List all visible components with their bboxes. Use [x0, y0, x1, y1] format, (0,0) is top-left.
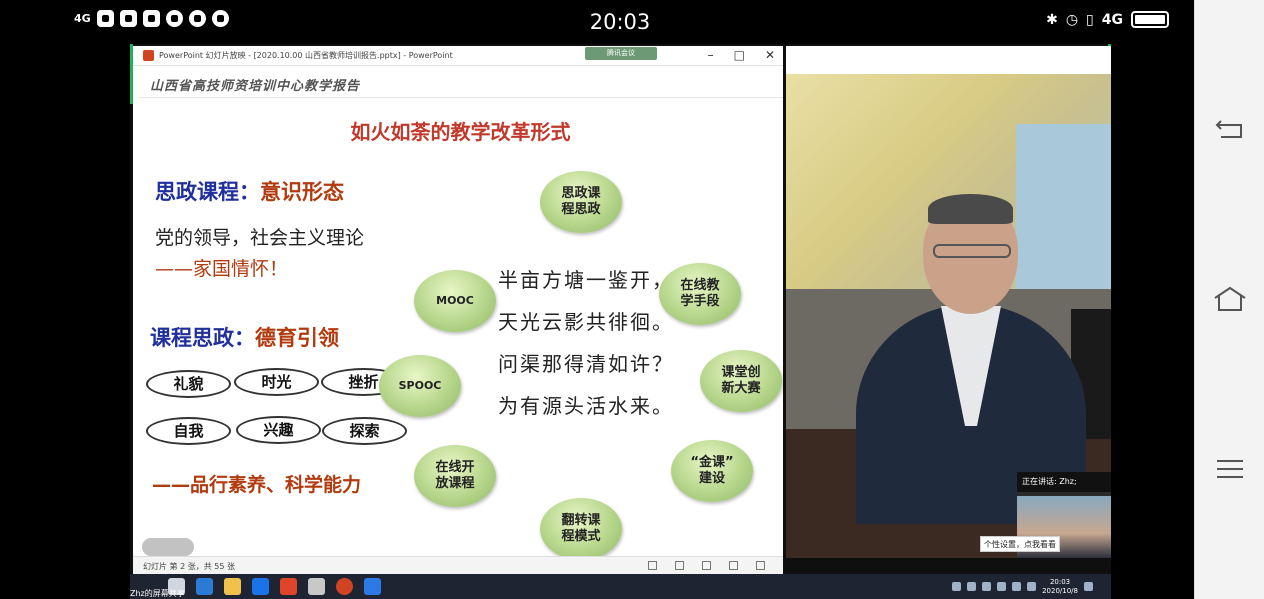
tray-icon[interactable] — [967, 582, 977, 591]
ppt-title-bar: PowerPoint 幻灯片放映 - [2020.10.00 山西省教师培训报告… — [133, 46, 783, 66]
tray-icon[interactable] — [997, 582, 1007, 591]
bubble: SPOOC — [379, 355, 461, 417]
close-button[interactable]: ✕ — [765, 48, 775, 62]
powerpoint-window: PowerPoint 幻灯片放映 - [2020.10.00 山西省教师培训报告… — [133, 46, 783, 576]
heading-sizheng-topic: 意识形态 — [260, 180, 344, 204]
bubble: 翻转课 程模式 — [540, 498, 622, 556]
ppt-status-bar: 幻灯片 第 2 张，共 55 张 — [133, 556, 783, 576]
slide-header: 山西省高技师资培训中心教学报告 — [150, 79, 361, 94]
slideshow-icon[interactable] — [756, 561, 765, 570]
android-nav-bar — [1194, 0, 1264, 599]
ime-tooltip[interactable]: 个性设置，点我看看 — [980, 536, 1060, 552]
speaker-hair — [928, 194, 1013, 224]
battery-icon — [1131, 11, 1169, 28]
file-explorer-icon[interactable] — [224, 578, 241, 595]
tray-icon[interactable] — [1012, 582, 1022, 591]
poem-line: 为有源头活水来。 — [498, 394, 674, 418]
notes-icon[interactable] — [675, 561, 684, 570]
windows-taskbar: 20:03 2020/10/8 — [130, 574, 1111, 599]
bubble: “金课” 建设 — [671, 440, 753, 502]
screen-share-presenter: Zhz的屏幕共享 — [130, 589, 185, 598]
ie-icon[interactable] — [252, 578, 269, 595]
poem-line: 半亩方塘一鉴开， — [498, 268, 674, 292]
bubble: 在线开 放课程 — [414, 445, 496, 507]
menu-icon — [1217, 460, 1243, 478]
slide-nav-controls[interactable] — [142, 538, 194, 556]
poem-line: 问渠那得清如许？ — [498, 352, 674, 376]
heading-kecheng: 课程思政：德育引领 — [150, 322, 339, 352]
view-controls — [648, 561, 765, 570]
vibrate-icon: ▯ — [1086, 11, 1094, 28]
powerpoint-taskbar-icon[interactable] — [336, 578, 353, 595]
normal-view-icon[interactable] — [648, 561, 657, 570]
grid-view-icon[interactable] — [729, 561, 738, 570]
wall-map-sea — [1016, 124, 1111, 294]
powerpoint-icon — [143, 50, 154, 61]
signal-label: 4G — [1101, 11, 1123, 28]
pill-item: 探索 — [322, 417, 407, 445]
heading-sizheng: 思政课程：意识形态 — [155, 176, 344, 206]
back-button[interactable] — [1209, 112, 1251, 146]
text-line2: ——家国情怀！ — [155, 258, 289, 280]
heading-kecheng-topic: 德育引领 — [255, 326, 339, 350]
alarm-status-icon: ◷ — [1065, 11, 1079, 28]
text-footer: ——品行素养、科学能力 — [152, 474, 362, 496]
taskbar-time: 20:03 — [1049, 577, 1071, 586]
slide-title: 如火如荼的教学改革形式 — [350, 120, 571, 144]
home-icon — [1214, 286, 1246, 311]
camera-header — [786, 46, 1111, 74]
heading-kecheng-label: 课程思政： — [150, 326, 255, 350]
maximize-button[interactable]: □ — [734, 48, 745, 62]
notification-icon[interactable] — [1084, 582, 1093, 591]
meeting-share-tag[interactable]: 腾讯会议 — [585, 47, 657, 60]
meeting-app-icon[interactable] — [364, 578, 381, 595]
bubble: 思政课 程思政 — [540, 171, 622, 233]
browser-icon[interactable] — [280, 578, 297, 595]
system-tray: 20:03 2020/10/8 — [952, 574, 1093, 599]
tray-icon[interactable] — [952, 582, 962, 591]
volume-icon[interactable] — [1027, 582, 1037, 591]
bubble: MOOC — [414, 270, 496, 332]
taskbar-clock[interactable]: 20:03 2020/10/8 — [1042, 578, 1078, 596]
ppt-window-title: PowerPoint 幻灯片放映 - [2020.10.00 山西省教师培训报告… — [159, 51, 453, 60]
qr-app-icon[interactable] — [308, 578, 325, 595]
reading-view-icon[interactable] — [702, 561, 711, 570]
text-line1: 党的领导，社会主义理论 — [155, 227, 365, 249]
minimize-button[interactable]: – — [708, 48, 714, 62]
status-bar-right: ✱ ◷ ▯ 4G — [1046, 11, 1169, 28]
pill-item: 兴趣 — [236, 416, 321, 444]
slide: 山西省高技师资培训中心教学报告 如火如荼的教学改革形式 思政课程：意识形态 党的… — [138, 68, 783, 556]
taskbar-date: 2020/10/8 — [1042, 586, 1078, 595]
bubble: 在线教 学手段 — [659, 263, 741, 325]
pill-item: 礼貌 — [146, 370, 231, 398]
pill-item: 自我 — [146, 417, 231, 445]
speaker-glasses — [933, 244, 1011, 258]
recent-apps-button[interactable] — [1209, 452, 1251, 486]
slide-counter: 幻灯片 第 2 张，共 55 张 — [143, 562, 235, 571]
poem-line: 天光云影共徘徊。 — [498, 310, 674, 334]
bubble: 课堂创 新大赛 — [700, 350, 782, 412]
window-controls: – □ ✕ — [708, 48, 775, 62]
phone-screen: 4G 20:03 ✱ ◷ ▯ 4G PowerPoint 幻灯片放映 - [20… — [0, 0, 1264, 599]
edge-icon[interactable] — [196, 578, 213, 595]
home-button[interactable] — [1209, 282, 1251, 316]
back-icon — [1215, 120, 1242, 138]
bluetooth-icon: ✱ — [1046, 11, 1058, 28]
pill-item: 时光 — [234, 368, 319, 396]
tray-icon[interactable] — [982, 582, 992, 591]
heading-sizheng-label: 思政课程： — [155, 180, 260, 204]
speaking-label: 正在讲话: Zhz; — [1017, 472, 1111, 492]
